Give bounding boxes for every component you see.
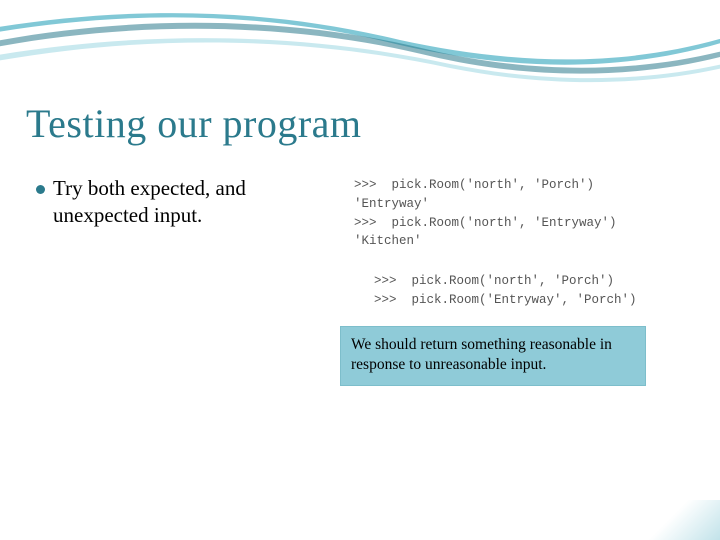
code-example-expected: >>> pick.Room('north', 'Porch') 'Entrywa…: [348, 172, 698, 255]
slide-title: Testing our program: [26, 100, 362, 147]
bullet-dot-icon: [36, 185, 45, 194]
bullet-text: Try both expected, and unexpected input.: [53, 175, 336, 230]
callout-box: We should return something reasonable in…: [340, 326, 646, 386]
decorative-swoosh: [0, 0, 720, 100]
code-example-unexpected: >>> pick.Room('north', 'Porch') >>> pick…: [368, 268, 700, 314]
corner-accent: [600, 500, 720, 540]
body-left: Try both expected, and unexpected input.: [36, 175, 336, 230]
slide: Testing our program Try both expected, a…: [0, 0, 720, 540]
bullet-item: Try both expected, and unexpected input.: [36, 175, 336, 230]
